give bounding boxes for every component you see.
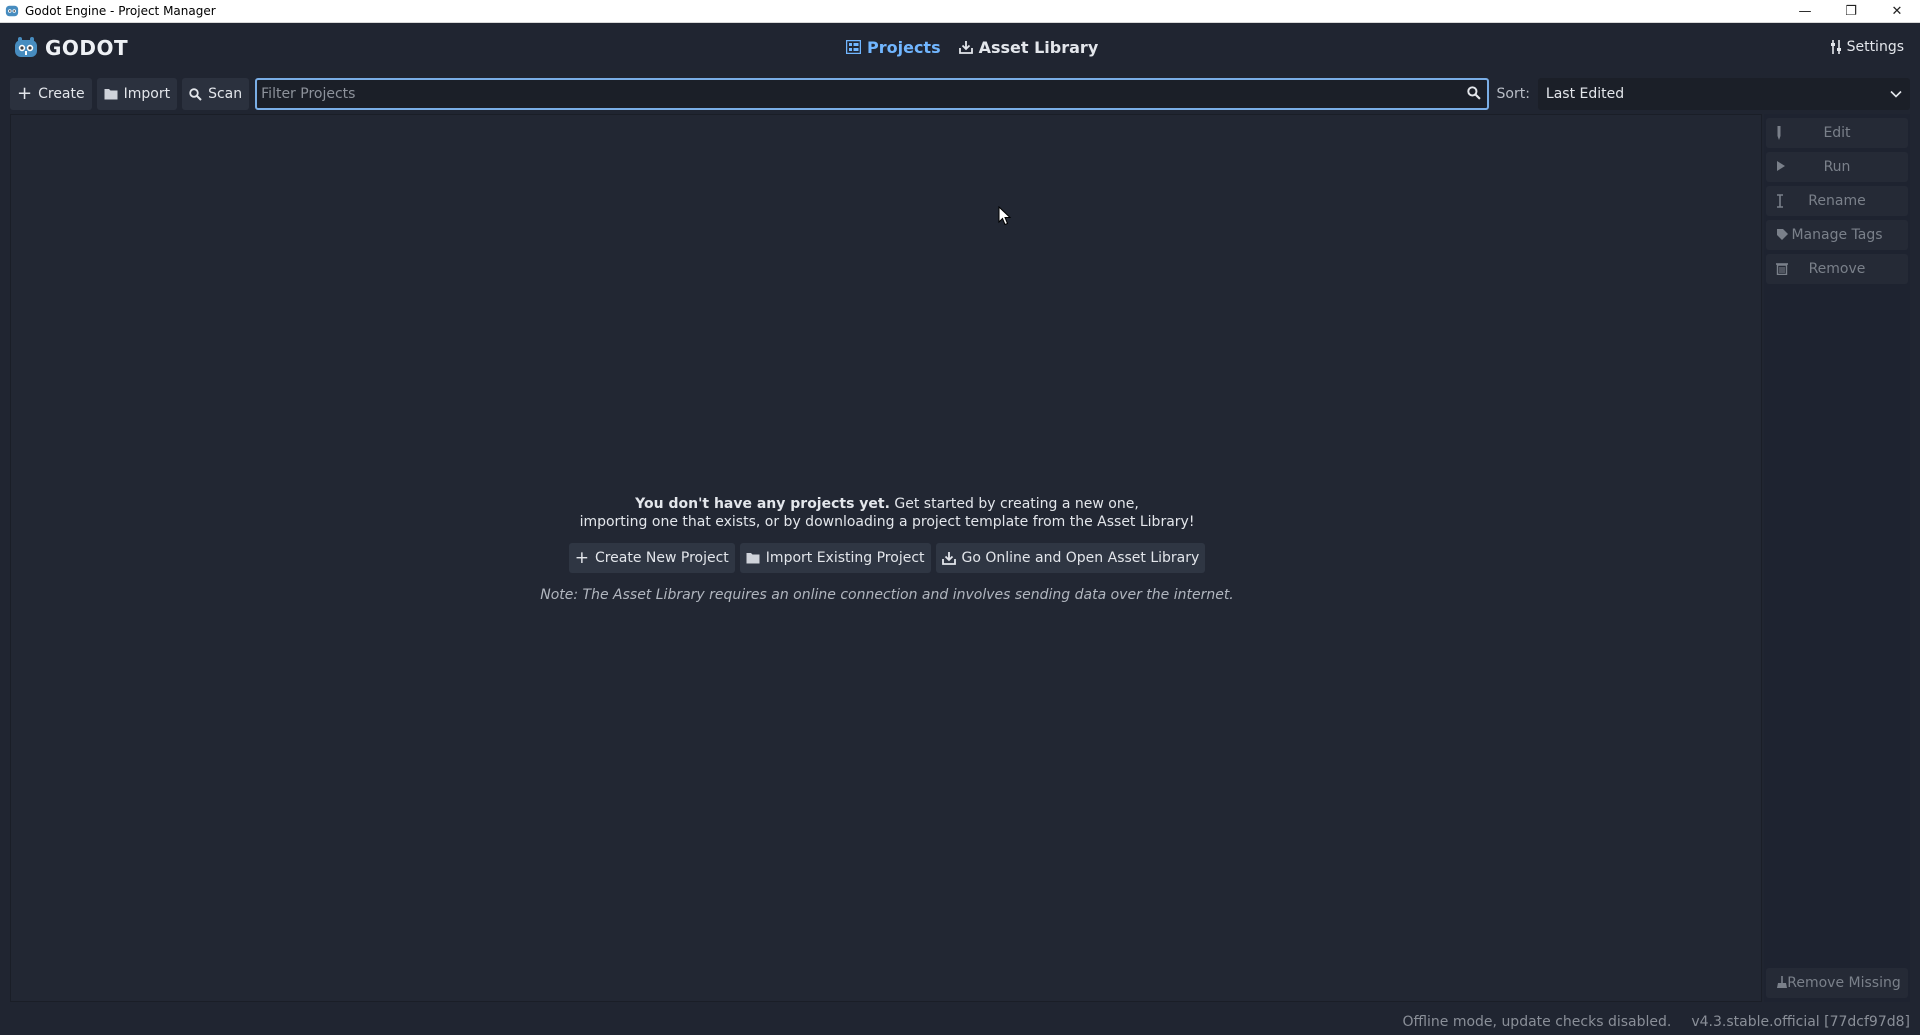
empty-message-line1: Get started by creating a new one, (889, 496, 1139, 512)
import-label: Import (123, 86, 171, 102)
play-icon (1777, 161, 1785, 171)
tag-icon (1777, 229, 1788, 240)
tab-projects[interactable]: Projects (846, 38, 941, 57)
tab-projects-label: Projects (867, 37, 941, 57)
create-label: Create (38, 86, 85, 102)
main-tabs: Projects Asset Library (846, 23, 1098, 71)
sort-value: Last Edited (1545, 86, 1625, 102)
mouse-cursor-icon (998, 206, 1012, 226)
go-online-asset-library-label: Go Online and Open Asset Library (961, 550, 1200, 566)
empty-message: You don't have any projects yet. Get sta… (11, 495, 1763, 531)
remove-missing-button[interactable]: Remove Missing (1766, 968, 1908, 998)
logo-text: GODOT (45, 36, 129, 60)
empty-state: You don't have any projects yet. Get sta… (11, 495, 1763, 603)
sidebar-bottom: Remove Missing (1764, 964, 1910, 1002)
import-existing-project-label: Import Existing Project (765, 550, 925, 566)
download-icon (941, 552, 956, 565)
empty-actions: + Create New Project Import Existing Pro… (11, 543, 1763, 573)
run-label: Run (1823, 159, 1851, 175)
project-actions-sidebar: Edit Run Rename Manage Tags Remove Remov… (1764, 114, 1910, 1002)
window-title: Godot Engine - Project Manager (25, 4, 216, 18)
plus-icon: + (574, 547, 589, 568)
header-bar: GODOT Projects Asset Library Settings (0, 23, 1920, 71)
window-controls: — ❐ ✕ (1782, 0, 1920, 23)
broom-icon (1777, 976, 1787, 988)
maximize-button[interactable]: ❐ (1828, 0, 1874, 23)
import-existing-project-button[interactable]: Import Existing Project (739, 543, 931, 573)
settings-sliders-icon (1830, 40, 1841, 54)
filter-projects-input[interactable] (255, 78, 1489, 110)
godot-logo: GODOT (14, 36, 128, 60)
create-new-project-button[interactable]: + Create New Project (568, 543, 735, 573)
search-icon (1466, 86, 1481, 100)
go-online-asset-library-button[interactable]: Go Online and Open Asset Library (935, 543, 1206, 573)
window-titlebar: Godot Engine - Project Manager — ❐ ✕ (0, 0, 1920, 23)
empty-message-bold: You don't have any projects yet. (635, 496, 890, 512)
asset-library-note: Note: The Asset Library requires an onli… (540, 587, 1234, 603)
minimize-button[interactable]: — (1782, 0, 1828, 23)
remove-missing-label: Remove Missing (1787, 975, 1901, 991)
settings-button[interactable]: Settings (1830, 23, 1904, 71)
close-button[interactable]: ✕ (1874, 0, 1920, 23)
empty-message-line2: importing one that exists, or by downloa… (579, 514, 1195, 530)
projects-list-panel: You don't have any projects yet. Get sta… (10, 114, 1762, 1002)
download-icon (958, 41, 973, 54)
remove-label: Remove (1808, 261, 1866, 277)
edit-icon (1777, 126, 1781, 140)
create-button[interactable]: + Create (10, 78, 92, 110)
sort-label: Sort: (1496, 86, 1530, 102)
rename-button[interactable]: Rename (1766, 186, 1908, 216)
search-icon (189, 87, 202, 101)
edit-label: Edit (1823, 125, 1851, 141)
tab-asset-library[interactable]: Asset Library (958, 37, 1099, 57)
rename-icon (1777, 194, 1783, 208)
offline-status: Offline mode, update checks disabled. (1402, 1013, 1672, 1030)
settings-label: Settings (1846, 39, 1904, 55)
godot-logo-icon (15, 37, 37, 57)
edit-button[interactable]: Edit (1766, 118, 1908, 148)
godot-app-icon (5, 5, 19, 17)
import-button[interactable]: Import (96, 78, 178, 110)
manage-tags-button[interactable]: Manage Tags (1766, 220, 1908, 250)
version-label[interactable]: v4.3.stable.official [77dcf97d8] (1691, 1014, 1910, 1030)
scan-label: Scan (208, 86, 243, 102)
run-button[interactable]: Run (1766, 152, 1908, 182)
manage-tags-label: Manage Tags (1791, 227, 1883, 243)
plus-icon: + (17, 83, 33, 104)
trash-icon (1776, 263, 1788, 275)
project-toolbar: + Create Import Scan Sort: Last Edited (10, 78, 1910, 110)
filter-field (255, 78, 1489, 110)
status-bar: Offline mode, update checks disabled. v4… (0, 1008, 1920, 1035)
remove-button[interactable]: Remove (1766, 254, 1908, 284)
folder-icon (104, 89, 118, 100)
tab-asset-library-label: Asset Library (978, 37, 1099, 57)
chevron-down-icon (1890, 90, 1902, 98)
sort-dropdown[interactable]: Last Edited (1537, 78, 1910, 110)
projects-icon (846, 40, 861, 54)
rename-label: Rename (1808, 193, 1866, 209)
folder-icon (746, 553, 760, 564)
scan-button[interactable]: Scan (182, 78, 250, 110)
create-new-project-label: Create New Project (594, 550, 729, 566)
